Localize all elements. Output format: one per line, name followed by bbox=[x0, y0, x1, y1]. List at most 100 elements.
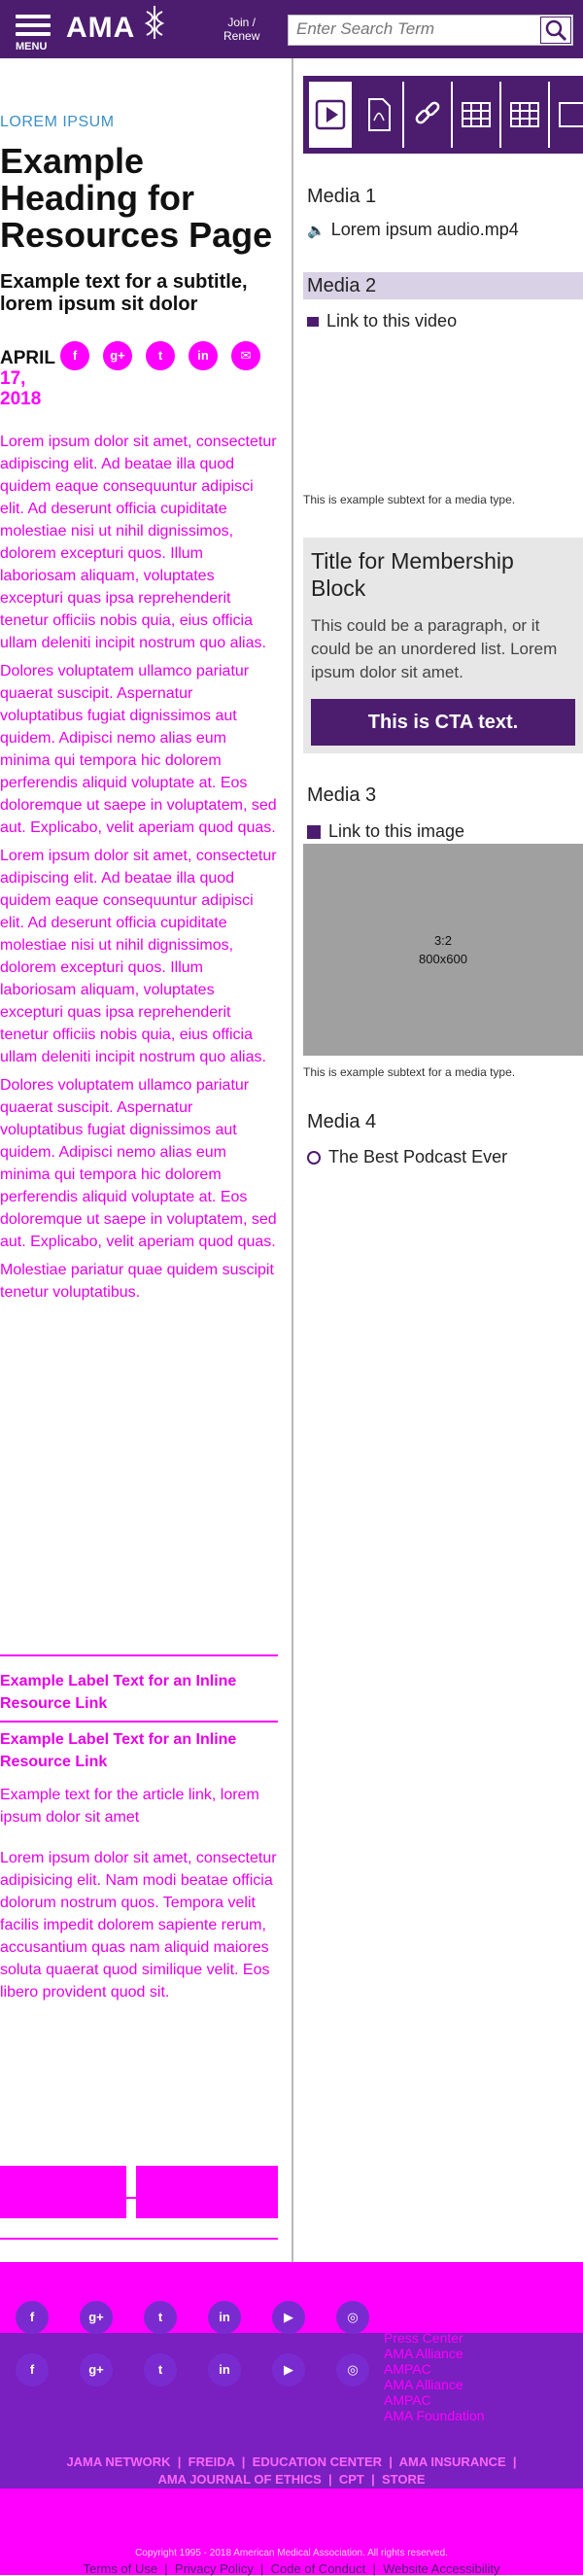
email-share-icon[interactable]: ✉ bbox=[231, 341, 260, 370]
media-type-toolbar bbox=[303, 76, 583, 154]
media-1-link[interactable]: 🔈 Lorem ipsum audio.mp4 bbox=[307, 220, 519, 240]
googleplus-icon[interactable]: g+ bbox=[80, 2301, 113, 2334]
link-icon bbox=[415, 101, 440, 124]
tab-link[interactable] bbox=[404, 82, 453, 148]
youtube-icon[interactable]: ▶ bbox=[272, 2353, 305, 2386]
inline-resource-link[interactable]: Example Label Text for an Inline Resourc… bbox=[0, 1670, 278, 1715]
twitter-icon[interactable]: t bbox=[144, 2301, 177, 2334]
search-icon bbox=[545, 19, 567, 42]
conduct-link[interactable]: Code of Conduct bbox=[271, 2561, 366, 2576]
linkedin-share-icon[interactable]: in bbox=[189, 341, 218, 370]
twitter-icon[interactable]: t bbox=[144, 2353, 177, 2386]
pdf-icon bbox=[368, 98, 391, 131]
footer-links: AMA Careers Events Press Center AMA Alli… bbox=[384, 2299, 464, 2377]
googleplus-icon[interactable]: g+ bbox=[80, 2353, 113, 2386]
footer-link-foundation[interactable]: AMA Foundation bbox=[384, 2408, 485, 2423]
instagram-icon[interactable]: ◎ bbox=[336, 2301, 369, 2334]
membership-text: This could be a paragraph, or it could b… bbox=[311, 616, 558, 681]
footer-nav-jama[interactable]: JAMA NETWORK bbox=[66, 2454, 170, 2469]
menu-label: MENU bbox=[16, 41, 48, 52]
audio-icon: 🔈 bbox=[307, 223, 326, 239]
search-button[interactable] bbox=[540, 17, 571, 44]
tab-video[interactable] bbox=[309, 82, 352, 148]
media-2-caption: This is example subtext for a media type… bbox=[303, 493, 516, 506]
page-subtitle: Example text for a subtitle, lorem ipsum… bbox=[0, 271, 248, 315]
footer-nav-store[interactable]: STORE bbox=[382, 2472, 426, 2487]
ama-logo[interactable]: AMA bbox=[66, 6, 165, 45]
membership-block: Title for Membership Block This could be… bbox=[303, 538, 583, 753]
footer-nav-freida[interactable]: FREIDA bbox=[189, 2454, 235, 2469]
image-placeholder: 3:2 800x600 bbox=[303, 844, 583, 1056]
footer-nav: JAMA NETWORK | FREIDA | EDUCATION CENTER… bbox=[66, 2454, 517, 2469]
search-box bbox=[288, 15, 573, 46]
media-3-link[interactable]: Link to this image bbox=[307, 821, 464, 842]
video-icon bbox=[315, 99, 346, 130]
article-body-2: Lorem ipsum dolor sit amet, consectetur … bbox=[0, 1850, 277, 2001]
site-header: MENU AMA Join / Renew bbox=[0, 0, 583, 58]
media-4-link[interactable]: The Best Podcast Ever bbox=[307, 1147, 507, 1167]
menu-button[interactable]: MENU bbox=[16, 10, 51, 52]
search-input[interactable] bbox=[289, 16, 537, 43]
media-3-title: Media 3 bbox=[307, 784, 377, 806]
divider bbox=[0, 1654, 278, 1656]
table-icon bbox=[510, 102, 539, 127]
media-3-caption: This is example subtext for a media type… bbox=[303, 1065, 516, 1079]
twitter-share-icon[interactable]: t bbox=[146, 341, 175, 370]
media-2-title: Media 2 bbox=[307, 275, 377, 296]
caduceus-icon bbox=[144, 6, 165, 39]
facebook-share-icon[interactable]: f bbox=[60, 341, 89, 370]
footer-legal: Terms of Use | Privacy Policy | Code of … bbox=[83, 2561, 500, 2576]
accessibility-link[interactable]: Website Accessibility bbox=[383, 2561, 499, 2576]
podcast-icon bbox=[307, 1151, 321, 1166]
page-title: Example Heading for Resources Page bbox=[0, 141, 273, 255]
media-4-title: Media 4 bbox=[307, 1111, 377, 1132]
footer-link-alliance-2[interactable]: AMA Alliance bbox=[384, 2377, 485, 2392]
linkedin-icon[interactable]: in bbox=[208, 2301, 241, 2334]
terms-link[interactable]: Terms of Use bbox=[84, 2561, 158, 2576]
copyright: Copyright 1995 - 2018 American Medical A… bbox=[135, 2548, 448, 2559]
tab-pdf[interactable] bbox=[356, 82, 404, 148]
column-divider bbox=[292, 58, 293, 2275]
footer-nav-cpt[interactable]: CPT bbox=[339, 2472, 364, 2487]
facebook-icon[interactable]: f bbox=[16, 2301, 49, 2334]
image-icon bbox=[307, 825, 321, 840]
footer-nav-insurance[interactable]: AMA INSURANCE bbox=[399, 2454, 506, 2469]
youtube-icon[interactable]: ▶ bbox=[272, 2301, 305, 2334]
footer-nav-2: AMA JOURNAL OF ETHICS | CPT | STORE bbox=[157, 2472, 426, 2487]
placeholder-block bbox=[136, 2166, 278, 2218]
article-date-rest: 17, 2018 bbox=[0, 368, 42, 409]
tab-table-2[interactable] bbox=[501, 82, 550, 148]
tab-table[interactable] bbox=[453, 82, 501, 148]
video-small-icon bbox=[307, 317, 319, 328]
media-2-link[interactable]: Link to this video bbox=[307, 311, 457, 331]
privacy-link[interactable]: Privacy Policy bbox=[175, 2561, 254, 2576]
footer-link-alliance[interactable]: AMA Alliance bbox=[384, 2346, 464, 2361]
footer-nav-education[interactable]: EDUCATION CENTER bbox=[253, 2454, 382, 2469]
membership-title: Title for Membership Block bbox=[311, 548, 514, 601]
footer-link-ampac-2[interactable]: AMPAC bbox=[384, 2392, 485, 2408]
tab-table-3[interactable] bbox=[550, 82, 583, 148]
table-icon bbox=[559, 102, 583, 127]
instagram-icon[interactable]: ◎ bbox=[336, 2353, 369, 2386]
footer-nav-ethics[interactable]: AMA JOURNAL OF ETHICS bbox=[157, 2472, 321, 2487]
placeholder-block bbox=[0, 2166, 126, 2218]
footer-links-2: AMA Alliance AMPAC AMA Foundation bbox=[384, 2377, 485, 2423]
join-renew-link[interactable]: Join / Renew bbox=[223, 16, 259, 43]
googleplus-share-icon[interactable]: g+ bbox=[103, 341, 132, 370]
article-kicker: LOREM IPSUM bbox=[0, 114, 115, 130]
table-icon bbox=[462, 102, 491, 127]
article-body: Lorem ipsum dolor sit amet, consectetur … bbox=[0, 434, 277, 1301]
divider bbox=[0, 1721, 278, 1723]
footer-link-press[interactable]: Press Center bbox=[384, 2330, 464, 2346]
media-1-title: Media 1 bbox=[307, 186, 377, 207]
footer-link-events[interactable]: Events bbox=[384, 2315, 464, 2330]
inline-resource-desc: Example text for the article link, lorem… bbox=[0, 1787, 259, 1826]
linkedin-icon[interactable]: in bbox=[208, 2353, 241, 2386]
inline-resource-link-2[interactable]: Example Label Text for an Inline Resourc… bbox=[0, 1728, 278, 1773]
facebook-icon[interactable]: f bbox=[16, 2353, 49, 2386]
media-2-header: Media 2 bbox=[303, 272, 583, 299]
cta-button[interactable]: This is CTA text. bbox=[311, 699, 575, 746]
footer-link-careers[interactable]: AMA Careers bbox=[384, 2299, 464, 2315]
footer-link-ampac[interactable]: AMPAC bbox=[384, 2361, 464, 2377]
hamburger-icon bbox=[16, 15, 51, 18]
